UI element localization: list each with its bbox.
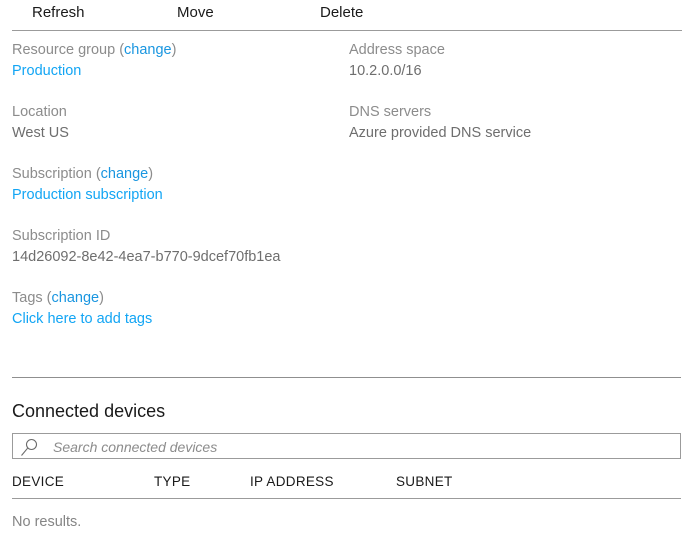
move-button[interactable]: Move bbox=[177, 3, 214, 23]
property-address-space: Address space 10.2.0.0/16 bbox=[349, 40, 679, 82]
change-paren-close: ) bbox=[99, 290, 104, 306]
property-location: Location West US bbox=[12, 102, 342, 144]
property-label: DNS servers bbox=[349, 104, 432, 120]
subscription-change-link[interactable]: change bbox=[101, 166, 149, 182]
properties-panel: Resource group (change) Production Locat… bbox=[0, 40, 693, 370]
column-header-ip-address[interactable]: IP ADDRESS bbox=[250, 472, 334, 492]
properties-left-column: Resource group (change) Production Locat… bbox=[12, 40, 342, 350]
property-tags: Tags (change) Click here to add tags bbox=[12, 288, 342, 330]
search-icon bbox=[20, 437, 40, 457]
resource-group-change-link[interactable]: change bbox=[124, 42, 172, 58]
property-resource-group: Resource group (change) Production bbox=[12, 40, 342, 82]
property-label: Tags (change) bbox=[12, 288, 342, 309]
property-label-text: Resource group bbox=[12, 42, 116, 58]
property-label: Address space bbox=[349, 42, 445, 58]
table-header-row: DEVICE TYPE IP ADDRESS SUBNET bbox=[12, 472, 681, 496]
property-value: Azure provided DNS service bbox=[349, 125, 532, 141]
property-value: Production bbox=[12, 61, 342, 82]
property-value: West US bbox=[12, 125, 69, 141]
property-label: Resource group (change) bbox=[12, 40, 342, 61]
property-label: Location bbox=[12, 104, 67, 120]
change-paren-close: ) bbox=[171, 42, 177, 58]
column-header-type[interactable]: TYPE bbox=[154, 472, 190, 492]
connected-devices-search-box[interactable] bbox=[12, 433, 681, 460]
add-tags-link[interactable]: Click here to add tags bbox=[12, 311, 152, 327]
table-header-rule bbox=[12, 498, 681, 499]
delete-button[interactable]: Delete bbox=[320, 3, 363, 23]
property-subscription: Subscription (change) Production subscri… bbox=[12, 164, 342, 206]
toolbar-divider bbox=[12, 30, 682, 31]
change-paren-close: ) bbox=[148, 166, 154, 182]
property-value: 14d26092-8e42-4ea7-b770-9dcef70fb1ea bbox=[12, 249, 281, 265]
property-value: Production subscription bbox=[12, 185, 342, 206]
tags-change-link[interactable]: change bbox=[52, 290, 100, 306]
table-empty-message: No results. bbox=[12, 514, 82, 530]
connected-devices-title: Connected devices bbox=[12, 401, 166, 421]
refresh-button[interactable]: Refresh bbox=[32, 3, 85, 23]
connected-devices-table: DEVICE TYPE IP ADDRESS SUBNET No results… bbox=[12, 472, 681, 530]
property-value: 10.2.0.0/16 bbox=[349, 63, 422, 79]
property-label-text: Tags bbox=[12, 290, 43, 306]
subscription-link[interactable]: Production subscription bbox=[12, 187, 163, 203]
property-label: Subscription ID bbox=[12, 228, 111, 244]
property-label-text: Subscription bbox=[12, 166, 92, 182]
column-header-subnet[interactable]: SUBNET bbox=[396, 472, 453, 492]
section-divider bbox=[12, 377, 681, 378]
property-label: Subscription (change) bbox=[12, 164, 342, 185]
properties-right-column: Address space 10.2.0.0/16 DNS servers Az… bbox=[349, 40, 679, 164]
property-subscription-id: Subscription ID 14d26092-8e42-4ea7-b770-… bbox=[12, 226, 342, 268]
search-input[interactable] bbox=[51, 434, 675, 460]
resource-group-link[interactable]: Production bbox=[12, 63, 81, 79]
column-header-device[interactable]: DEVICE bbox=[12, 472, 64, 492]
property-value: Click here to add tags bbox=[12, 309, 342, 330]
command-toolbar: Refresh Move Delete bbox=[0, 0, 693, 30]
property-dns-servers: DNS servers Azure provided DNS service bbox=[349, 102, 679, 144]
